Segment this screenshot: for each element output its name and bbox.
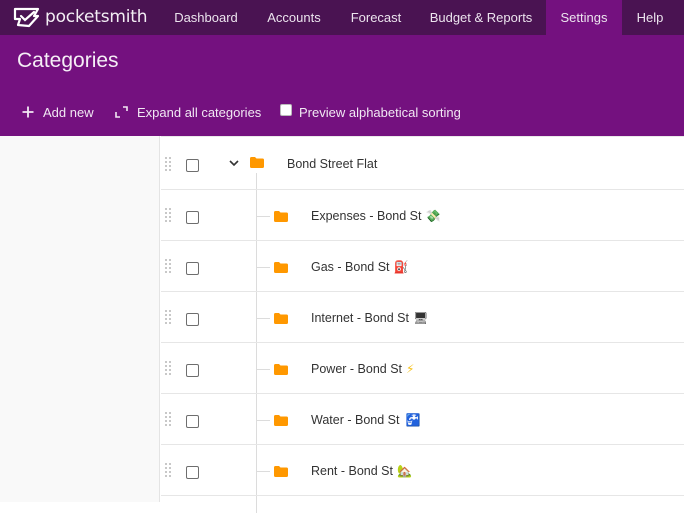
category-name: Gas - Bond St [311,260,390,274]
nav-help[interactable]: Help [622,0,678,35]
category-name: Internet - Bond St [311,311,409,325]
expand-icon [115,106,128,118]
category-name: Power - Bond St [311,362,403,376]
nav-budget-reports[interactable]: Budget & Reports [416,0,546,35]
page-header: Categories Add new Expand all categories… [0,35,684,136]
category-row[interactable]: Power - Bond St ⚡ [161,343,684,394]
plus-icon [22,106,34,118]
category-row[interactable]: Expenses - Bond St 💸 [161,190,684,241]
folder-icon [274,262,288,273]
drag-handle-icon[interactable] [165,157,173,171]
logo-text: pocketsmith [45,7,148,27]
category-row[interactable]: Gas - Bond St ⛽ [161,241,684,292]
category-checkbox[interactable] [186,466,199,479]
page-title: Categories [17,49,119,72]
folder-icon [274,466,288,477]
category-row[interactable]: Rent - Bond St 🏡 [161,445,684,496]
drag-handle-icon[interactable] [165,361,173,375]
top-navigation: pocketsmith Dashboard Accounts Forecast … [0,0,684,35]
folder-icon [274,313,288,324]
tree-branch-line [257,318,270,319]
folder-icon [274,211,288,222]
nav-accounts[interactable]: Accounts [252,0,336,35]
expand-all-label: Expand all categories [137,104,262,120]
preview-sorting-checkbox[interactable] [280,104,292,116]
fuel-pump-icon: ⛽ [393,260,409,274]
folder-icon [274,364,288,375]
folder-icon [250,157,264,168]
category-checkbox[interactable] [186,313,199,326]
preview-sorting-label: Preview alphabetical sorting [299,104,461,120]
nav-dashboard[interactable]: Dashboard [160,0,252,35]
add-new-label: Add new [43,104,94,120]
category-label[interactable]: Rent - Bond St 🏡 [311,464,412,478]
house-with-garden-icon: 🏡 [397,464,412,478]
chevron-down-icon[interactable] [228,157,240,169]
sidebar [0,136,160,502]
desktop-computer-icon: 🖥 [412,311,429,325]
preview-sorting-toggle[interactable]: Preview alphabetical sorting [280,101,461,120]
high-voltage-icon: ⚡ [406,362,415,376]
tree-branch-line [257,267,270,268]
category-name: Expenses - Bond St [311,209,422,223]
category-label[interactable]: Internet - Bond St 🖥 [311,311,428,325]
pocketsmith-logo[interactable]: pocketsmith [12,6,147,28]
tree-branch-line [257,420,270,421]
category-checkbox[interactable] [186,211,199,224]
add-new-button[interactable]: Add new [22,103,94,121]
money-with-wings-icon: 💸 [425,209,441,223]
category-row[interactable]: Internet - Bond St 🖥 [161,292,684,343]
category-tree: Bond Street Flat Expenses - Bond St 💸 Gas… [161,136,684,513]
drag-handle-icon[interactable] [165,310,173,324]
drag-handle-icon[interactable] [165,208,173,222]
category-row-parent[interactable]: Bond Street Flat [161,139,684,190]
pocketsmith-shield-icon [13,7,40,28]
category-checkbox[interactable] [186,415,199,428]
category-checkbox[interactable] [186,262,199,275]
category-label[interactable]: Power - Bond St ⚡ [311,362,414,376]
tree-branch-line [257,369,270,370]
drag-handle-icon[interactable] [165,412,173,426]
nav-settings[interactable]: Settings [546,0,622,35]
drag-handle-icon[interactable] [165,259,173,273]
nav-forecast[interactable]: Forecast [336,0,416,35]
tree-branch-line [257,216,270,217]
category-name: Rent - Bond St [311,464,393,478]
expand-all-button[interactable]: Expand all categories [115,103,261,121]
folder-icon [274,415,288,426]
category-row[interactable]: Water - Bond St 🚰 [161,394,684,445]
category-checkbox[interactable] [186,364,199,377]
water-tap-icon: 🚰 [405,413,421,427]
category-label[interactable]: Expenses - Bond St 💸 [311,209,440,223]
category-label[interactable]: Water - Bond St 🚰 [311,413,420,427]
category-label[interactable]: Gas - Bond St ⛽ [311,260,408,274]
category-label[interactable]: Bond Street Flat [287,157,377,171]
category-name: Water - Bond St [311,413,400,427]
drag-handle-icon[interactable] [165,463,173,477]
category-checkbox[interactable] [186,159,199,172]
tree-branch-line [257,471,270,472]
